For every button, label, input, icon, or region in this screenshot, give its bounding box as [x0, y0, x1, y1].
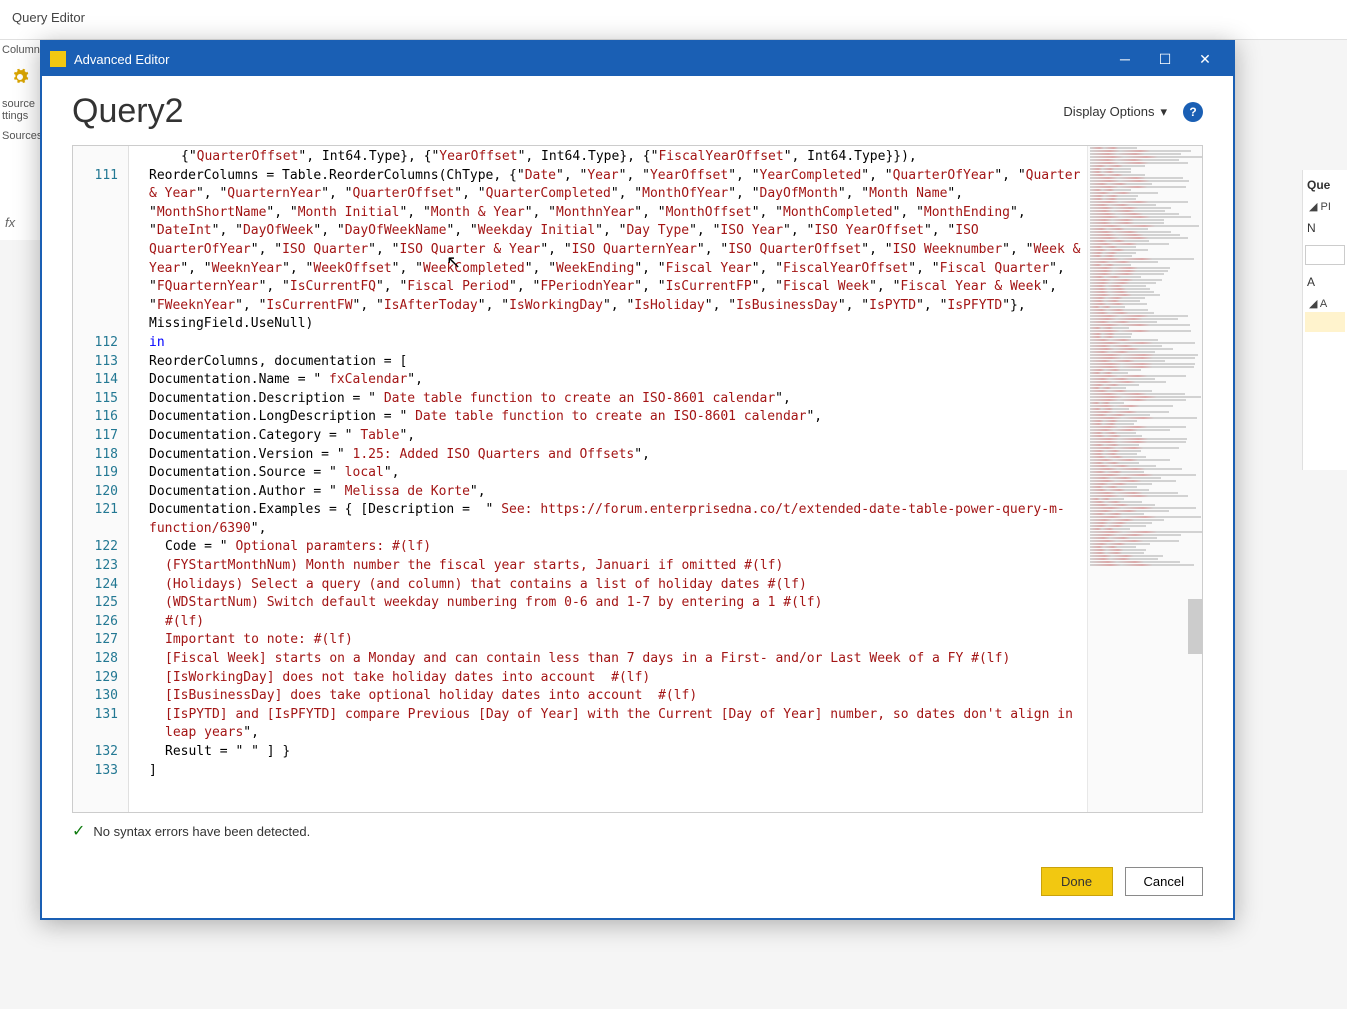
- cancel-button[interactable]: Cancel: [1125, 867, 1203, 896]
- right-properties-label: PI: [1321, 201, 1331, 213]
- formula-bar-fx[interactable]: fx: [5, 215, 15, 230]
- display-options-label: Display Options: [1063, 104, 1154, 119]
- maximize-button[interactable]: ☐: [1145, 44, 1185, 74]
- right-name-label: N: [1303, 213, 1347, 243]
- minimize-button[interactable]: ─: [1105, 44, 1145, 74]
- right-applied-step[interactable]: [1305, 312, 1345, 332]
- close-button[interactable]: ✕: [1185, 44, 1225, 74]
- parent-window-title: Query Editor: [0, 0, 1347, 35]
- modal-title: Advanced Editor: [74, 52, 1105, 67]
- right-properties-toggle[interactable]: ◢ PI: [1303, 200, 1347, 213]
- query-name-heading: Query2: [72, 92, 184, 131]
- right-applied-toggle[interactable]: ◢ A: [1303, 297, 1347, 310]
- display-options-dropdown[interactable]: Display Options ▾: [1063, 104, 1167, 120]
- modal-titlebar[interactable]: Advanced Editor ─ ☐ ✕: [42, 42, 1233, 76]
- syntax-status-row: ✓ No syntax errors have been detected.: [72, 813, 1203, 849]
- nav-sources-label: Sources: [0, 126, 40, 146]
- right-properties-panel: Que ◢ PI N A ◢ A: [1302, 170, 1347, 470]
- help-icon[interactable]: ?: [1183, 102, 1203, 122]
- right-applied-label: A: [1320, 298, 1327, 310]
- right-query-section[interactable]: Que: [1303, 170, 1347, 200]
- chevron-down-icon: ▾: [1160, 104, 1167, 120]
- gear-icon[interactable]: [11, 68, 29, 86]
- check-icon: ✓: [72, 821, 85, 841]
- right-name-input[interactable]: [1305, 245, 1345, 265]
- syntax-status-text: No syntax errors have been detected.: [93, 824, 310, 839]
- minimap-thumb[interactable]: [1188, 599, 1202, 654]
- right-all-label[interactable]: A: [1303, 267, 1347, 297]
- done-button[interactable]: Done: [1041, 867, 1113, 896]
- advanced-editor-window: Advanced Editor ─ ☐ ✕ Query2 Display Opt…: [40, 40, 1235, 920]
- parent-left-nav: Column source ttings Sources: [0, 40, 40, 240]
- parent-window-titlebar: Query Editor: [0, 0, 1347, 40]
- nav-column-label: Column: [0, 40, 40, 60]
- minimap[interactable]: [1087, 146, 1202, 812]
- code-editor[interactable]: 111 112113114115116117118119120121 12212…: [72, 145, 1203, 813]
- line-number-gutter: 111 112113114115116117118119120121 12212…: [73, 146, 129, 812]
- app-icon: [50, 51, 66, 67]
- code-content[interactable]: {"QuarterOffset", Int64.Type}, {"YearOff…: [129, 146, 1087, 812]
- nav-source-label: source ttings: [0, 94, 40, 126]
